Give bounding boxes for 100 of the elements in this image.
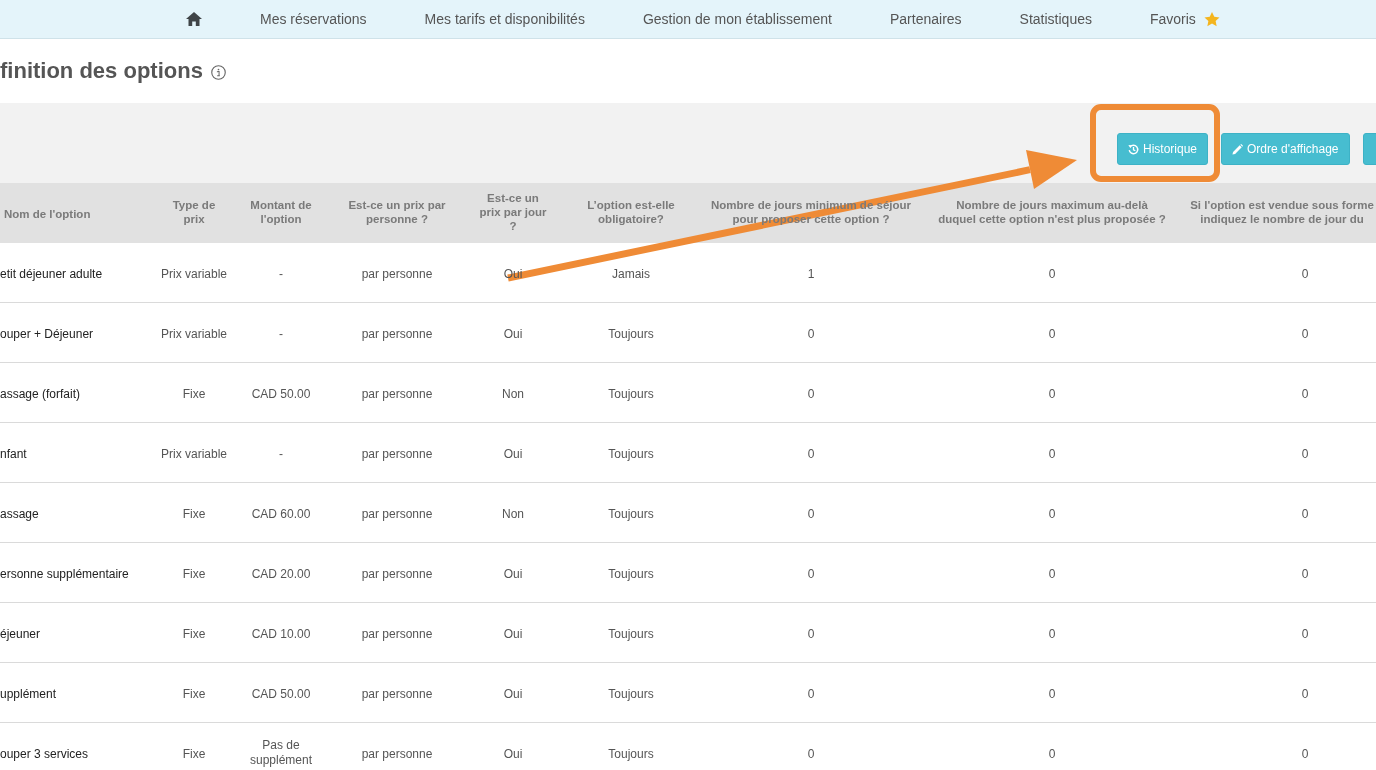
table-cell: 0 [807,686,815,702]
nav-link[interactable]: Partenaires [890,11,962,27]
column-header: Montant de l'option [249,199,313,227]
table-cell: Fixe [182,566,206,582]
table-cell: 0 [807,506,815,522]
table-cell: Toujours [608,746,654,762]
table-cell: - [279,446,283,462]
table-cell: 0 [1048,266,1056,282]
table-cell: ersonne supplémentaire [0,566,129,582]
page-title: finition des options [0,58,203,84]
column-header: Est-ce un prix par personne ? [347,199,447,227]
table-cell: Prix variable [161,326,227,342]
table-cell: 0 [1048,386,1056,402]
table-cell: par personne [361,386,433,402]
table-cell: Non [502,386,524,402]
table-cell: 0 [807,566,815,582]
table-cell: Toujours [608,386,654,402]
table-cell: 0 [807,746,815,762]
table-cell: CAD 60.00 [251,506,311,522]
table-cell: - [279,266,283,282]
column-header: Nom de l'option [4,208,91,222]
table-cell: 0 [1048,446,1056,462]
column-header: Si l'option est vendue sous forme indiquez le nombre de jour du [1189,199,1375,227]
table-cell: 0 [1048,686,1056,702]
table-cell: CAD 20.00 [251,566,311,582]
table-cell: Oui [503,446,523,462]
table-cell: 0 [1048,626,1056,642]
table-cell: 0 [1301,506,1309,522]
table-cell: 0 [807,626,815,642]
table-cell: Toujours [608,566,654,582]
table-cell: 0 [1301,746,1309,762]
table-cell: Toujours [608,326,654,342]
table-cell: par personne [361,446,433,462]
table-cell: 0 [807,386,815,402]
table-cell: Prix variable [161,266,227,282]
info-icon[interactable] [210,64,226,80]
table-cell: par personne [361,566,433,582]
table-cell: 0 [1301,686,1309,702]
table-cell: Toujours [608,446,654,462]
table-cell: éjeuner [0,626,41,642]
table-cell: 0 [1048,566,1056,582]
table-cell: assage (forfait) [0,386,81,402]
table-cell: Fixe [182,686,206,702]
table-cell: Fixe [182,626,206,642]
nav-link[interactable]: Gestion de mon établissement [642,11,832,27]
table-cell: CAD 50.00 [251,686,311,702]
table-cell: Fixe [182,506,206,522]
table-cell: Fixe [182,386,206,402]
table-cell: CAD 50.00 [251,386,311,402]
nav-link[interactable]: Favoris [1149,11,1220,27]
table-cell: par personne [361,266,433,282]
table-cell: Oui [503,686,523,702]
history-icon [1128,143,1139,155]
home-icon[interactable] [186,12,202,26]
table-cell: 0 [1301,386,1309,402]
column-header: L’option est-elle obligatoire? [586,199,676,227]
table-cell: assage [0,506,39,522]
table-cell: 0 [1048,506,1056,522]
table-cell-text: Pas de supplément [248,737,313,768]
table-cell: par personne [361,506,433,522]
nav-link[interactable]: Statistiques [1019,11,1092,27]
table-cell: 0 [1301,566,1309,582]
table-cell: Oui [503,626,523,642]
table-cell: 1 [807,266,815,282]
table-cell: Oui [503,746,523,762]
table-cell: par personne [361,686,433,702]
table-cell: - [279,326,283,342]
table-cell: Toujours [608,506,654,522]
table-cell: Prix variable [161,446,227,462]
table-cell: par personne [361,746,433,762]
table-cell: 0 [1301,266,1309,282]
star-icon [1203,11,1220,27]
table-cell: 0 [1048,746,1056,762]
nav-link[interactable]: Mes tarifs et disponibilités [424,11,585,27]
column-header: Nombre de jours maximum au-delà duquel cette option n'est plus proposée ? [937,199,1167,227]
table-cell: 0 [1301,446,1309,462]
table-cell: etit déjeuner adulte [0,266,103,282]
column-header: Est-ce un prix par jour ? [478,192,548,234]
table-cell: 0 [1301,326,1309,342]
table-cell: 0 [807,446,815,462]
table-cell: ouper + Déjeuner [0,326,94,342]
table-cell: Jamais [612,266,650,282]
table-cell: 0 [807,326,815,342]
table-cell: 0 [1301,626,1309,642]
table-cell: Toujours [608,626,654,642]
table-cell: Oui [503,566,523,582]
table-cell: Non [502,506,524,522]
table-cell: 0 [1048,326,1056,342]
table-cell: nfant [0,446,27,462]
nav-link[interactable]: Mes réservations [260,11,367,27]
table-cell: upplément [0,686,57,702]
pencil-icon [1232,143,1244,155]
table-cell: Fixe [182,746,206,762]
table-cell: ouper 3 services [0,746,89,762]
table-cell: Toujours [608,686,654,702]
table-cell: par personne [361,326,433,342]
table-cell: CAD 10.00 [251,626,311,642]
table-cell: Oui [503,326,523,342]
table-cell: par personne [361,626,433,642]
column-header: Type de prix [171,199,217,227]
